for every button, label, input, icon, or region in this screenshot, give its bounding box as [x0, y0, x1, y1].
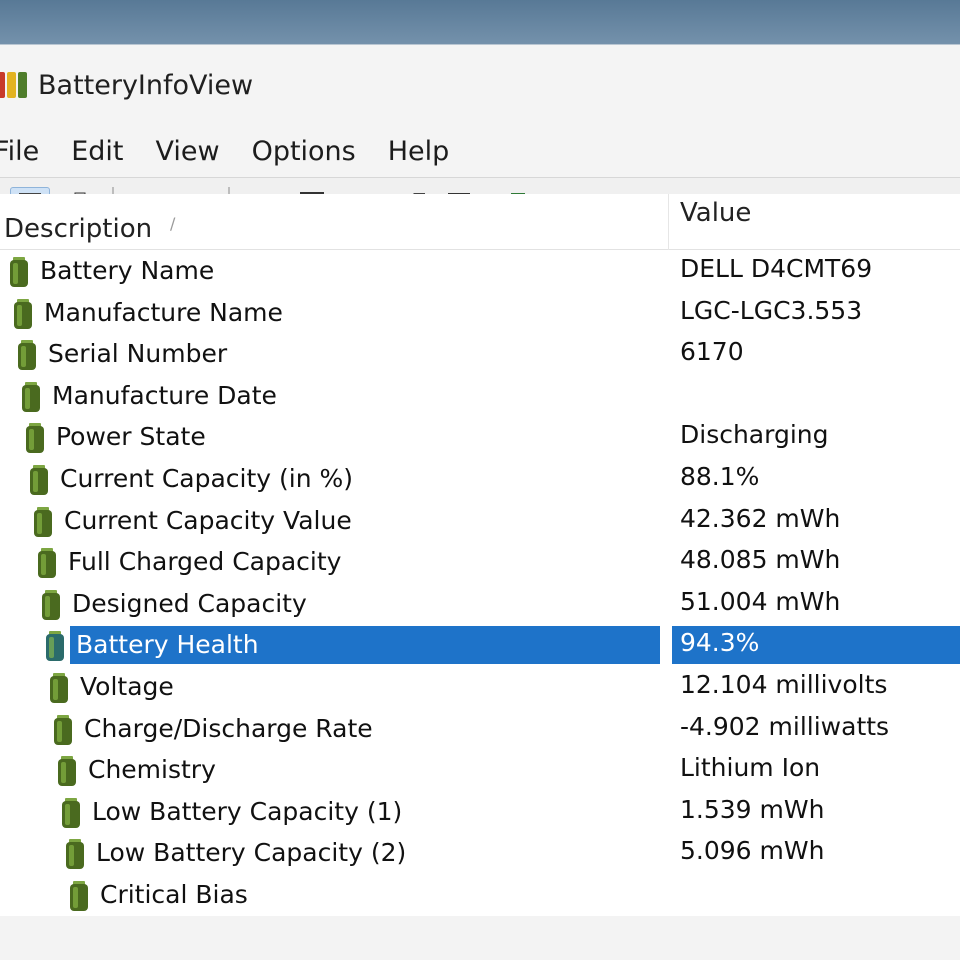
item-description: Manufacture Date: [52, 380, 277, 410]
list-item[interactable]: Manufacture Date: [0, 375, 960, 417]
item-description: Current Capacity (in %): [60, 463, 354, 493]
battery-icon: [50, 672, 68, 703]
item-value: LGC-LGC3.553: [680, 295, 863, 325]
battery-icon: [46, 631, 64, 662]
item-description: Designed Capacity: [72, 588, 307, 618]
list-item[interactable]: Charge/Discharge Rate -4.902 milliwatts: [0, 708, 960, 750]
list-item[interactable]: Voltage 12.104 millivolts: [0, 666, 960, 708]
list-item[interactable]: Current Capacity (in %) 88.1%: [0, 458, 960, 500]
battery-icon: [38, 548, 56, 579]
list-item[interactable]: Current Capacity Value 42.362 mWh: [0, 500, 960, 542]
item-description: Current Capacity Value: [64, 505, 352, 535]
battery-icon: [66, 839, 84, 870]
item-description: Battery Health: [76, 630, 259, 660]
battery-icon: [58, 756, 76, 787]
item-value: DELL D4CMT69: [680, 254, 873, 283]
battery-icon: [18, 340, 36, 371]
battery-icon: [42, 589, 60, 620]
list-body: Battery Name DELL D4CMT69 Manufacture Name…: [0, 250, 960, 916]
menu-bar: FileEditViewOptionsHelp: [0, 125, 960, 177]
battery-icon: [30, 464, 48, 495]
list-header: Description / Value: [0, 194, 960, 250]
battery-icon: [54, 714, 72, 745]
item-value: 94.3%: [680, 628, 760, 658]
item-description: Voltage: [80, 671, 174, 701]
item-description: Power State: [56, 422, 206, 452]
list-item[interactable]: Critical Bias: [0, 874, 960, 916]
battery-icon: [70, 880, 88, 911]
item-value: 48.085 mWh: [680, 545, 841, 575]
item-value: Discharging: [680, 420, 829, 450]
battery-icon: [34, 506, 52, 537]
list-item[interactable]: Low Battery Capacity (1) 1.539 mWh: [0, 791, 960, 833]
list-item[interactable]: Battery Name DELL D4CMT69: [0, 250, 960, 292]
list-item[interactable]: Full Charged Capacity 48.085 mWh: [0, 541, 960, 583]
list-item[interactable]: Battery Health 94.3%: [0, 624, 960, 666]
item-description: Serial Number: [48, 339, 228, 369]
column-divider[interactable]: [668, 194, 669, 250]
item-value: 42.362 mWh: [680, 503, 841, 533]
sort-indicator: /: [170, 214, 176, 233]
item-description: Manufacture Name: [44, 297, 283, 327]
list-item[interactable]: Low Battery Capacity (2) 5.096 mWh: [0, 832, 960, 874]
item-description: Low Battery Capacity (2): [96, 838, 407, 868]
item-value: 1.539 mWh: [680, 794, 825, 824]
list-item[interactable]: Serial Number 6170: [0, 333, 960, 375]
window-title: BatteryInfoView: [38, 69, 254, 101]
item-value: 12.104 millivolts: [680, 669, 888, 699]
battery-icon: [14, 298, 32, 329]
item-description: Charge/Discharge Rate: [84, 713, 373, 743]
column-header-description[interactable]: Description: [4, 214, 152, 244]
battery-icon: [10, 257, 28, 287]
item-value: 51.004 mWh: [680, 586, 841, 616]
menu-view[interactable]: View: [139, 136, 235, 167]
battery-icon: [62, 797, 80, 828]
menu-help[interactable]: Help: [372, 136, 466, 167]
list-item[interactable]: Manufacture Name LGC-LGC3.553: [0, 292, 960, 334]
battery-info-list: Description / Value Battery Name DELL D4C…: [0, 194, 960, 916]
menu-options[interactable]: Options: [236, 136, 372, 167]
item-description: Battery Name: [40, 256, 215, 285]
menu-edit[interactable]: Edit: [55, 136, 139, 167]
battery-icon: [26, 423, 44, 454]
column-header-value[interactable]: Value: [680, 198, 751, 228]
item-description: Full Charged Capacity: [68, 547, 342, 577]
battery-app-icon: [0, 72, 28, 98]
battery-icon: [22, 381, 40, 412]
item-value: Lithium Ion: [680, 753, 821, 783]
item-description: Critical Bias: [100, 879, 248, 909]
title-bar: BatteryInfoView: [0, 45, 960, 125]
item-description: Low Battery Capacity (1): [92, 796, 403, 826]
list-item[interactable]: Chemistry Lithium Ion: [0, 749, 960, 791]
item-value: -4.902 milliwatts: [680, 711, 890, 741]
item-value: 88.1%: [680, 461, 760, 491]
menu-file[interactable]: File: [0, 136, 55, 167]
item-value: 5.096 mWh: [680, 836, 825, 866]
item-value: 6170: [680, 337, 744, 367]
item-description: Chemistry: [88, 755, 216, 785]
list-item[interactable]: Power State Discharging: [0, 416, 960, 458]
list-item[interactable]: Designed Capacity 51.004 mWh: [0, 583, 960, 625]
